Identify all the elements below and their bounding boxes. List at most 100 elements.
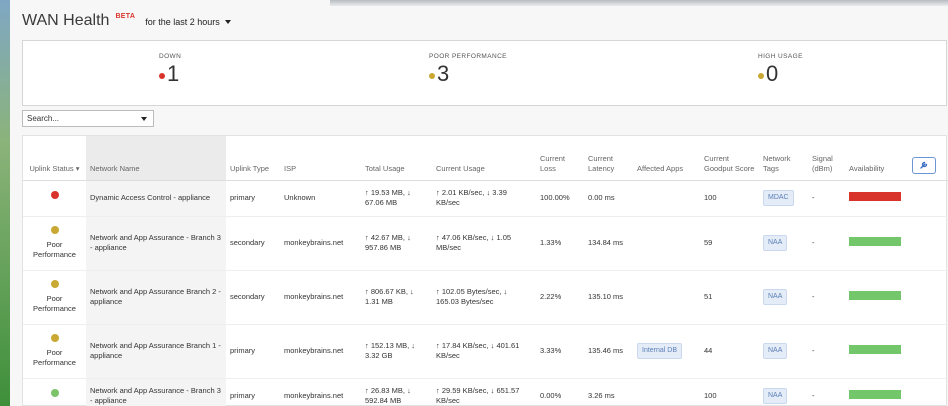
page-title: WAN Health	[22, 12, 110, 29]
current-latency-cell: 3.26 ms	[584, 378, 633, 406]
isp-cell: monkeybrains.net	[280, 216, 361, 271]
table-row[interactable]: Poor Performance Network and App Assuran…	[23, 270, 948, 325]
network-name-cell[interactable]: Network and App Assurance - Branch 3 - a…	[86, 216, 226, 271]
col-current-loss[interactable]: Current Loss	[536, 136, 584, 181]
status-dot-icon	[50, 280, 59, 288]
uplinks-table: Uplink Status ▾ Network Name Uplink Type…	[23, 136, 948, 406]
uplink-status-cell	[23, 378, 86, 406]
network-tags-cell: NAA	[759, 270, 808, 325]
col-network-name[interactable]: Network Name	[86, 136, 226, 181]
col-total-usage[interactable]: Total Usage	[361, 136, 432, 181]
total-usage-cell: ↑ 152.13 MB, ↓ 3.32 GB	[361, 324, 432, 379]
current-latency-cell: 0.00 ms	[584, 180, 633, 217]
col-uplink-status[interactable]: Uplink Status ▾	[23, 136, 86, 181]
network-name-cell[interactable]: Network and App Assurance Branch 2 - app…	[86, 270, 226, 325]
table-row[interactable]: Network and App Assurance - Branch 3 - a…	[23, 378, 948, 406]
row-spacer	[908, 216, 948, 271]
col-uplink-type[interactable]: Uplink Type	[226, 136, 280, 181]
window-shadow	[330, 0, 948, 6]
current-usage-cell: ↑ 29.59 KB/sec, ↓ 651.57 KB/sec	[432, 378, 536, 406]
total-usage-cell: ↑ 42.67 MB, ↓ 957.86 MB	[361, 216, 432, 271]
signal-cell: -	[808, 270, 845, 325]
total-usage-cell: ↑ 26.83 MB, ↓ 592.84 MB	[361, 378, 432, 406]
current-loss-cell: 100.00%	[536, 180, 584, 217]
availability-bar[interactable]	[849, 237, 901, 246]
availability-cell	[845, 270, 908, 325]
col-isp[interactable]: ISP	[280, 136, 361, 181]
total-usage-cell: ↑ 19.53 MB, ↓ 67.06 MB	[361, 180, 432, 217]
availability-bar[interactable]	[849, 390, 901, 399]
col-current-latency[interactable]: Current Latency	[584, 136, 633, 181]
goodput-score-cell: 100	[700, 378, 759, 406]
isp-cell: monkeybrains.net	[280, 270, 361, 325]
signal-cell: -	[808, 324, 845, 379]
summary-panel: DOWN 1 POOR PERFORMANCE 3 HIGH USAGE 0	[22, 40, 947, 106]
status-text: Poor Performance	[33, 348, 76, 367]
timerange-dropdown[interactable]: for the last 2 hours	[145, 17, 231, 27]
affected-apps-cell	[633, 378, 700, 406]
status-dot-icon	[50, 389, 59, 397]
availability-cell	[845, 378, 908, 406]
timerange-label: for the last 2 hours	[145, 17, 220, 27]
status-dot-icon	[159, 72, 165, 79]
wan-health-panel: WAN Health BETA for the last 2 hours DOW…	[10, 0, 948, 406]
network-name-cell[interactable]: Network and App Assurance - Branch 3 - a…	[86, 378, 226, 406]
col-availability[interactable]: Availability	[845, 136, 908, 181]
stat-poor-performance[interactable]: POOR PERFORMANCE 3	[429, 53, 507, 86]
stat-down-value: 1	[167, 61, 180, 86]
uplink-type-cell: primary	[226, 324, 280, 379]
network-tag[interactable]: NAA	[763, 343, 788, 359]
wrench-icon[interactable]	[912, 156, 936, 174]
network-tags-cell: NAA	[759, 378, 808, 406]
current-usage-cell: ↑ 102.05 Bytes/sec, ↓ 165.03 Bytes/sec	[432, 270, 536, 325]
network-tag[interactable]: MDAC	[763, 190, 794, 206]
status-text: Poor Performance	[33, 240, 76, 259]
status-dot-icon	[429, 72, 435, 79]
uplink-status-cell: Poor Performance	[23, 324, 86, 379]
current-loss-cell: 1.33%	[536, 216, 584, 271]
stat-down-label: DOWN	[159, 53, 182, 60]
table-row[interactable]: Dynamic Access Control - appliance prima…	[23, 180, 948, 217]
uplink-status-cell	[23, 180, 86, 217]
uplink-type-cell: secondary	[226, 270, 280, 325]
current-loss-cell: 3.33%	[536, 324, 584, 379]
network-tag[interactable]: NAA	[763, 388, 788, 404]
col-signal[interactable]: Signal (dBm)	[808, 136, 845, 181]
availability-bar[interactable]	[849, 192, 901, 201]
search-dropdown[interactable]: Search...	[22, 110, 154, 127]
signal-cell: -	[808, 216, 845, 271]
network-tag[interactable]: NAA	[763, 235, 788, 251]
uplink-status-cell: Poor Performance	[23, 216, 86, 271]
signal-cell: -	[808, 378, 845, 406]
current-loss-cell: 2.22%	[536, 270, 584, 325]
page-header: WAN Health BETA for the last 2 hours	[22, 12, 231, 30]
network-name-cell[interactable]: Dynamic Access Control - appliance	[86, 180, 226, 217]
status-text: Poor Performance	[33, 294, 76, 313]
stat-down[interactable]: DOWN 1	[159, 53, 181, 86]
network-name-cell[interactable]: Network and App Assurance Branch 1 - app…	[86, 324, 226, 379]
isp-cell: monkeybrains.net	[280, 324, 361, 379]
col-current-usage[interactable]: Current Usage	[432, 136, 536, 181]
availability-cell	[845, 216, 908, 271]
chevron-down-icon	[141, 116, 147, 121]
chevron-down-icon	[224, 20, 231, 24]
current-latency-cell: 135.46 ms	[584, 324, 633, 379]
status-dot-icon	[758, 72, 764, 79]
uplink-type-cell: primary	[226, 180, 280, 217]
goodput-score-cell: 51	[700, 270, 759, 325]
col-affected-apps[interactable]: Affected Apps	[633, 136, 700, 181]
stat-high-value: 0	[766, 61, 779, 86]
availability-bar[interactable]	[849, 291, 901, 300]
table-row[interactable]: Poor Performance Network and App Assuran…	[23, 324, 948, 379]
current-usage-cell: ↑ 2.01 KB/sec, ↓ 3.39 KB/sec	[432, 180, 536, 217]
status-dot-icon	[50, 191, 59, 199]
affected-app-tag[interactable]: Internal DB	[637, 343, 683, 359]
col-network-tags[interactable]: Network Tags	[759, 136, 808, 181]
availability-bar[interactable]	[849, 345, 901, 354]
network-tag[interactable]: NAA	[763, 289, 788, 305]
col-goodput-score[interactable]: Current Goodput Score	[700, 136, 759, 181]
row-spacer	[908, 324, 948, 379]
stat-high-usage[interactable]: HIGH USAGE 0	[758, 53, 803, 86]
table-row[interactable]: Poor Performance Network and App Assuran…	[23, 216, 948, 271]
col-settings	[908, 136, 948, 181]
